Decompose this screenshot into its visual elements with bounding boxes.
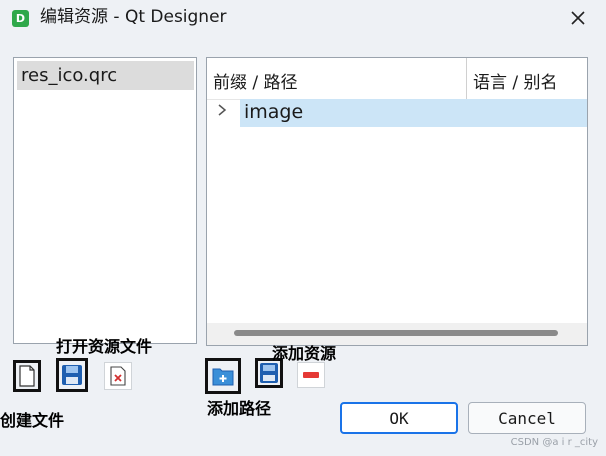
add-file-disk-icon	[260, 363, 278, 383]
tree-row-prefix[interactable]: image	[240, 99, 587, 127]
remove-resource-file-button[interactable]	[104, 362, 132, 390]
annotation-add-resource: 添加资源	[272, 344, 337, 363]
close-button[interactable]	[560, 3, 596, 33]
resource-file-item[interactable]: res_ico.qrc	[17, 61, 194, 90]
save-disk-icon	[62, 365, 82, 385]
watermark-text: CSDN @a i r _city	[510, 437, 598, 448]
tree-row-label: image	[244, 101, 304, 123]
open-resource-file-button[interactable]	[56, 358, 88, 392]
close-icon	[571, 11, 585, 25]
minus-icon	[303, 372, 319, 378]
column-header-prefix-path[interactable]: 前缀 / 路径	[213, 68, 298, 93]
new-file-button[interactable]	[13, 360, 41, 392]
annotation-create-file: 创建文件	[0, 411, 65, 430]
tree-header: 前缀 / 路径 语言 / 别名	[207, 58, 587, 100]
qt-designer-app-icon: D	[12, 10, 29, 27]
add-prefix-button[interactable]	[205, 358, 241, 394]
column-header-language-alias[interactable]: 语言 / 别名	[473, 68, 558, 93]
annotation-add-path: 添加路径	[207, 399, 272, 418]
resource-file-list[interactable]: res_ico.qrc	[13, 57, 197, 344]
expand-arrow-icon[interactable]	[217, 104, 227, 120]
window-title: 编辑资源 - Qt Designer	[40, 7, 227, 27]
horizontal-scrollbar-thumb[interactable]	[234, 330, 558, 336]
add-folder-icon	[212, 368, 234, 386]
annotation-open-file: 打开资源文件	[56, 337, 153, 356]
new-file-icon	[19, 365, 35, 387]
title-bar: D 编辑资源 - Qt Designer	[0, 0, 606, 40]
remove-button[interactable]	[297, 362, 325, 388]
delete-file-icon	[110, 366, 126, 386]
column-divider[interactable]	[466, 58, 467, 99]
ok-button[interactable]: OK	[340, 402, 458, 434]
resource-tree-view[interactable]: 前缀 / 路径 语言 / 别名 image	[206, 57, 588, 346]
cancel-button[interactable]: Cancel	[468, 402, 586, 434]
